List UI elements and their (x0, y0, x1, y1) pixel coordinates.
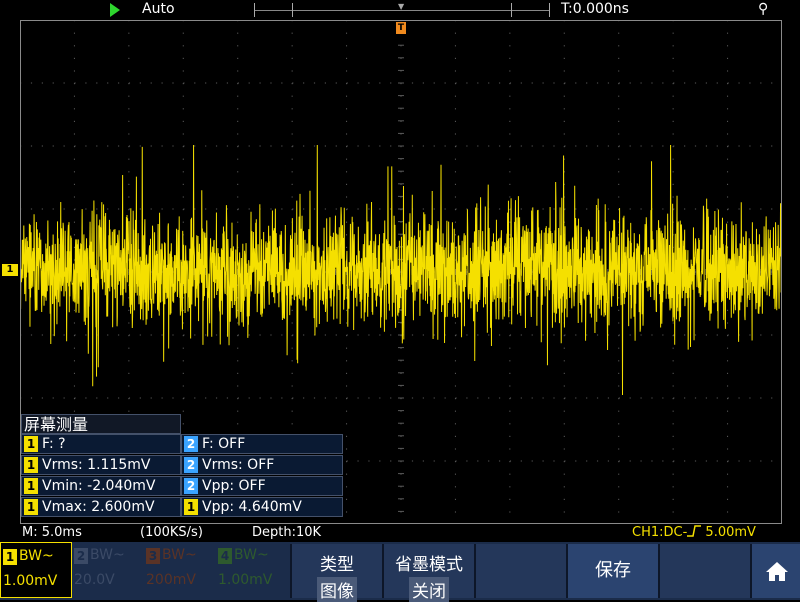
trigger-mode-label[interactable]: Auto (142, 1, 175, 17)
run-state-icon[interactable] (110, 3, 120, 17)
empty-menu-slot (474, 544, 566, 598)
empty-menu-slot-2 (658, 544, 750, 598)
ch2-number-badge: 2 (74, 548, 88, 564)
channel-badge: 2 (184, 436, 198, 452)
measurement-right-cell: 2 Vpp: OFF (181, 476, 343, 496)
ink-save-menu-button[interactable]: 省墨模式 关闭 (382, 544, 474, 602)
ch1-coupling-scale: CH1:DC- 5.00mV (632, 525, 756, 540)
measurement-left-cell: 1 F: ? (21, 434, 181, 454)
channel-tab-ch4[interactable]: 4 BW~ 1.00mV (216, 542, 288, 598)
measurement-left-cell: 1 Vrms: 1.115mV (21, 455, 181, 475)
channel-badge: 1 (24, 457, 38, 473)
measurement-right-cell: 2 F: OFF (181, 434, 343, 454)
ch3-volt-div: 200mV (146, 572, 196, 588)
ink-save-value: 关闭 (409, 577, 449, 602)
ch1-coupling-text: CH1:DC- (632, 525, 688, 540)
ch1-bw-label: BW~ (19, 548, 54, 564)
measurement-value: Vmin: -2.040mV (42, 478, 156, 494)
measurement-value: Vpp: OFF (202, 478, 266, 494)
channel-badge: 2 (184, 478, 198, 494)
measurement-left-cell: 1 Vmax: 2.600mV (21, 497, 181, 517)
measurement-value: F: OFF (202, 436, 246, 452)
memory-window-right-mark (511, 3, 512, 17)
type-menu-value: 图像 (317, 577, 357, 602)
home-icon (766, 562, 788, 581)
measurement-right-cell: 2 Vrms: OFF (181, 455, 343, 475)
measurement-value: Vrms: OFF (202, 457, 275, 473)
timebase-scale: M: 5.0ms (22, 525, 82, 540)
ch2-bw-label: BW~ (90, 547, 125, 563)
ch2-volt-div: 20.0V (74, 572, 115, 588)
channel-tab-ch1[interactable]: 1 BW~ 1.00mV (0, 542, 72, 598)
memory-center-marker-icon: ▼ (398, 2, 405, 11)
type-menu-button[interactable]: 类型 图像 (290, 544, 382, 602)
measurement-value: Vpp: 4.640mV (202, 499, 302, 515)
measurement-value: Vmax: 2.600mV (42, 499, 155, 515)
rising-edge-icon (687, 525, 702, 537)
measurement-panel-title: 屏幕测量 (21, 414, 181, 434)
ink-save-label: 省墨模式 (395, 555, 463, 575)
measurement-value: Vrms: 1.115mV (42, 457, 151, 473)
trigger-position-marker[interactable]: T (396, 22, 406, 34)
ch1-volt-scale: 5.00mV (701, 525, 756, 540)
usb-icon: ⚲ (758, 1, 769, 17)
channel-badge: 1 (184, 499, 198, 515)
ch1-offset-marker[interactable]: 1 (2, 264, 18, 276)
ch4-volt-div: 1.00mV (218, 572, 273, 588)
ch1-number-badge: 1 (3, 549, 17, 565)
channel-badge: 1 (24, 478, 38, 494)
measurement-right-cell: 1 Vpp: 4.640mV (181, 497, 343, 517)
ch3-number-badge: 3 (146, 548, 160, 564)
ch4-bw-label: BW~ (234, 547, 269, 563)
ch1-volt-div: 1.00mV (3, 573, 58, 589)
channel-tab-ch3[interactable]: 3 BW~ 200mV (144, 542, 216, 598)
ch4-number-badge: 4 (218, 548, 232, 564)
memory-depth: Depth:10K (252, 525, 322, 540)
type-menu-label: 类型 (320, 555, 354, 575)
ch1-waveform-trace (20, 144, 782, 396)
measurement-value: F: ? (42, 436, 66, 452)
home-button[interactable] (750, 544, 800, 598)
channel-badge: 1 (24, 436, 38, 452)
memory-window-left-mark (292, 3, 293, 17)
sample-rate: (100KS/s) (140, 525, 203, 540)
channel-badge: 2 (184, 457, 198, 473)
channel-badge: 1 (24, 499, 38, 515)
trigger-time-offset: T:0.000ns (561, 1, 629, 17)
ch3-bw-label: BW~ (162, 547, 197, 563)
save-button[interactable]: 保存 (566, 544, 658, 598)
channel-tab-ch2[interactable]: 2 BW~ 20.0V (72, 542, 144, 598)
measurement-left-cell: 1 Vmin: -2.040mV (21, 476, 181, 496)
